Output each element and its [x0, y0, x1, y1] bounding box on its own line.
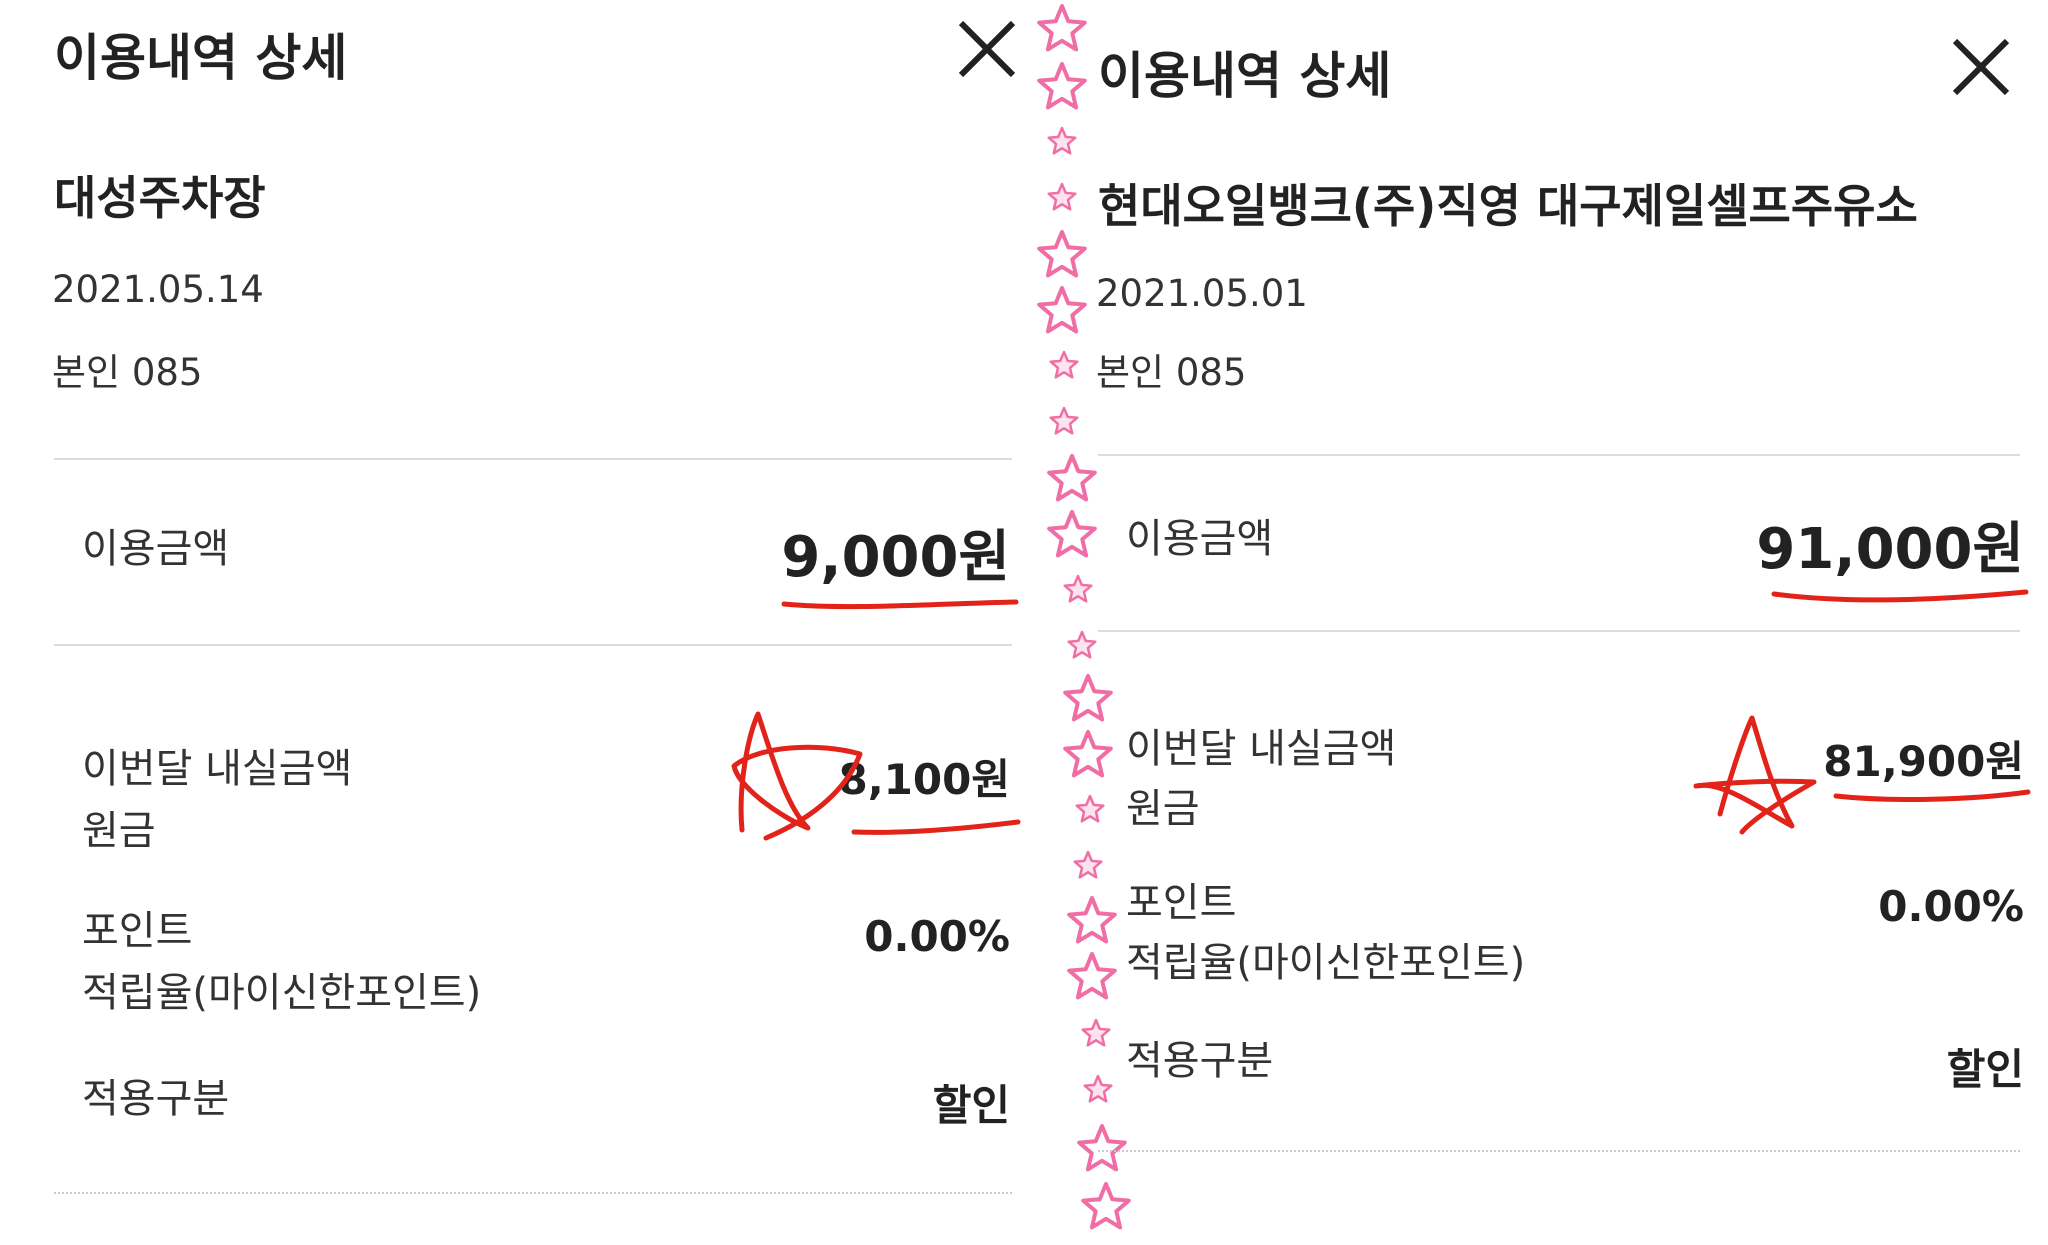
page-title: 이용내역 상세 — [1098, 47, 1392, 105]
point-label: 포인트 — [1126, 880, 1237, 926]
point-sublabel: 적립율(마이신한포인트) — [82, 970, 482, 1016]
point-sublabel: 적립율(마이신한포인트) — [1126, 940, 1526, 986]
monthly-sublabel: 원금 — [82, 808, 156, 854]
divider — [1098, 454, 2020, 456]
transaction-date: 2021.05.14 — [52, 268, 264, 311]
amount-value: 91,000원 — [1756, 517, 2024, 582]
divider — [1098, 1150, 2020, 1152]
red-underline — [1771, 589, 2029, 603]
divider — [54, 458, 1012, 460]
point-value: 0.00% — [864, 912, 1010, 961]
red-underline — [781, 599, 1019, 610]
monthly-label: 이번달 내실금액 — [1126, 726, 1397, 772]
type-label: 적용구분 — [82, 1076, 230, 1122]
type-value: 할인 — [1946, 1045, 2024, 1094]
amount-label: 이용금액 — [82, 526, 230, 572]
divider — [54, 1192, 1012, 1194]
page-title: 이용내역 상세 — [54, 29, 348, 87]
merchant-name: 대성주차장 — [54, 171, 266, 225]
monthly-value: 8,100원 — [838, 755, 1011, 804]
merchant-name: 현대오일뱅크(주)직영 대구제일셀프주유소 — [1098, 179, 1918, 233]
right-detail-panel: 이용내역 상세 현대오일뱅크(주)직영 대구제일셀프주유소 2021.05.01… — [1040, 0, 2048, 1245]
type-label: 적용구분 — [1126, 1038, 1274, 1084]
left-detail-panel: 이용내역 상세 대성주차장 2021.05.14 본인 085 이용금액 9,0… — [0, 0, 1040, 1245]
close-icon[interactable] — [956, 18, 1018, 80]
transaction-date: 2021.05.01 — [1096, 272, 1308, 315]
type-value: 할인 — [932, 1081, 1010, 1130]
point-label: 포인트 — [82, 908, 193, 954]
amount-value: 9,000원 — [781, 525, 1010, 590]
card-info: 본인 085 — [1096, 351, 1247, 394]
monthly-value: 81,900원 — [1823, 737, 2024, 786]
hand-drawn-star-icon — [1693, 715, 1817, 835]
divider — [1098, 630, 2020, 632]
monthly-label: 이번달 내실금액 — [82, 746, 353, 792]
divider — [54, 644, 1012, 646]
card-info: 본인 085 — [52, 351, 203, 394]
amount-label: 이용금액 — [1126, 516, 1274, 562]
monthly-sublabel: 원금 — [1126, 786, 1200, 832]
close-icon[interactable] — [1950, 36, 2012, 98]
red-underline — [851, 819, 1021, 835]
point-value: 0.00% — [1878, 882, 2024, 931]
